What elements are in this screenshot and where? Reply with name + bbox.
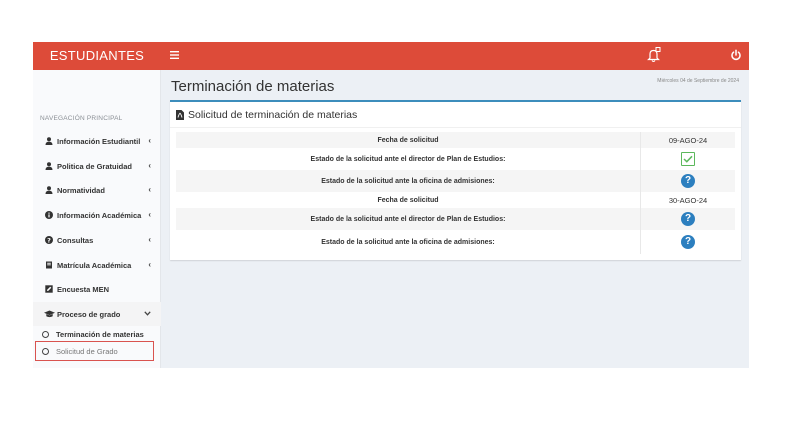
sidebar-item-label: Normatividad — [57, 185, 105, 195]
question-icon: ? — [41, 236, 57, 244]
box-header: Solicitud de terminación de materias — [170, 102, 741, 128]
question-icon: ? — [681, 212, 695, 226]
sidebar-item-politica-gratuidad[interactable]: Politica de Gratuidad ‹ — [33, 154, 161, 178]
row-label: Estado de la solicitud ante la oficina d… — [321, 238, 495, 246]
sidebar-item-informacion-academica[interactable]: Información Académica ‹ — [33, 203, 161, 227]
table-row: Estado de la solicitud ante la oficina d… — [176, 170, 735, 192]
table-row: Estado de la solicitud ante el director … — [176, 208, 735, 230]
user-icon — [41, 186, 57, 194]
sidebar-item-label: Consultas — [57, 235, 94, 245]
top-navbar: ESTUDIANTES — [33, 42, 749, 70]
sidebar-subitem-label: Terminación de materias — [56, 329, 144, 339]
table-row: Fecha de solicitud 30-AGO-24 — [176, 192, 735, 208]
current-date: Miércoles 04 de Septiembre de 2024 — [657, 78, 739, 84]
chevron-left-icon: ‹ — [148, 136, 151, 145]
sidebar-item-label: Información Estudiantil — [57, 136, 141, 146]
page-title: Terminación de materias — [171, 78, 335, 95]
row-label: Estado de la solicitud ante el director … — [310, 155, 506, 163]
chevron-left-icon: ‹ — [148, 235, 151, 244]
info-icon — [41, 211, 57, 219]
svg-text:?: ? — [47, 236, 51, 244]
sidebar: NAVEGACIÓN PRINCIPAL Información Estudia… — [33, 70, 161, 368]
user-icon — [41, 137, 57, 145]
sidebar-item-label: Proceso de grado — [57, 309, 121, 319]
chevron-left-icon: ‹ — [148, 161, 151, 170]
request-box: Solicitud de terminación de materias Fec… — [170, 100, 741, 260]
table-row: Estado de la solicitud ante la oficina d… — [176, 230, 735, 254]
sidebar-item-informacion-estudiantil[interactable]: Información Estudiantil ‹ — [33, 129, 161, 153]
question-icon: ? — [681, 174, 695, 188]
table-row: Estado de la solicitud ante el director … — [176, 148, 735, 170]
sidebar-item-normatividad[interactable]: Normatividad ‹ — [33, 178, 161, 202]
sidebar-item-matricula-academica[interactable]: Matrícula Académica ‹ — [33, 253, 161, 277]
chevron-down-icon — [144, 309, 151, 318]
sidebar-item-label: Encuesta MEN — [57, 284, 110, 294]
graduation-cap-icon — [41, 310, 57, 318]
app-window: ESTUDIANTES NAVEGACIÓN PRINCIPAL Informa… — [33, 42, 749, 368]
box-title: Solicitud de terminación de materias — [188, 108, 358, 121]
user-icon — [41, 162, 57, 170]
chevron-left-icon: ‹ — [148, 260, 151, 269]
question-icon: ? — [681, 235, 695, 249]
chevron-left-icon: ‹ — [148, 210, 151, 219]
bell-icon[interactable] — [647, 47, 661, 63]
sidebar-item-proceso-grado[interactable]: Proceso de grado — [33, 302, 161, 326]
book-icon — [41, 261, 57, 269]
chevron-left-icon: ‹ — [148, 185, 151, 194]
sidebar-item-encuesta-men[interactable]: Encuesta MEN — [33, 277, 161, 301]
table-row: Fecha de solicitud 09-AGO-24 — [176, 132, 735, 148]
row-value: 09-AGO-24 — [640, 132, 735, 148]
row-label: Fecha de solicitud — [377, 136, 439, 144]
power-icon[interactable] — [730, 48, 742, 61]
sidebar-item-label: Información Académica — [57, 210, 142, 220]
nav-section-header: NAVEGACIÓN PRINCIPAL — [40, 115, 123, 122]
edit-icon — [41, 285, 57, 293]
sidebar-item-consultas[interactable]: ? Consultas ‹ — [33, 228, 161, 252]
sidebar-item-label: Matrícula Académica — [57, 260, 132, 270]
row-label: Estado de la solicitud ante la oficina d… — [321, 177, 495, 185]
hamburger-icon[interactable] — [170, 42, 179, 70]
sidebar-item-label: Politica de Gratuidad — [57, 161, 133, 171]
brand-logo[interactable]: ESTUDIANTES — [33, 42, 161, 70]
row-value: 30-AGO-24 — [640, 192, 735, 208]
pdf-file-icon — [176, 109, 184, 120]
check-icon — [681, 152, 695, 166]
circle-icon — [42, 330, 49, 338]
row-label: Estado de la solicitud ante el director … — [310, 215, 506, 223]
row-label: Fecha de solicitud — [377, 196, 439, 204]
highlight-box — [35, 341, 154, 361]
